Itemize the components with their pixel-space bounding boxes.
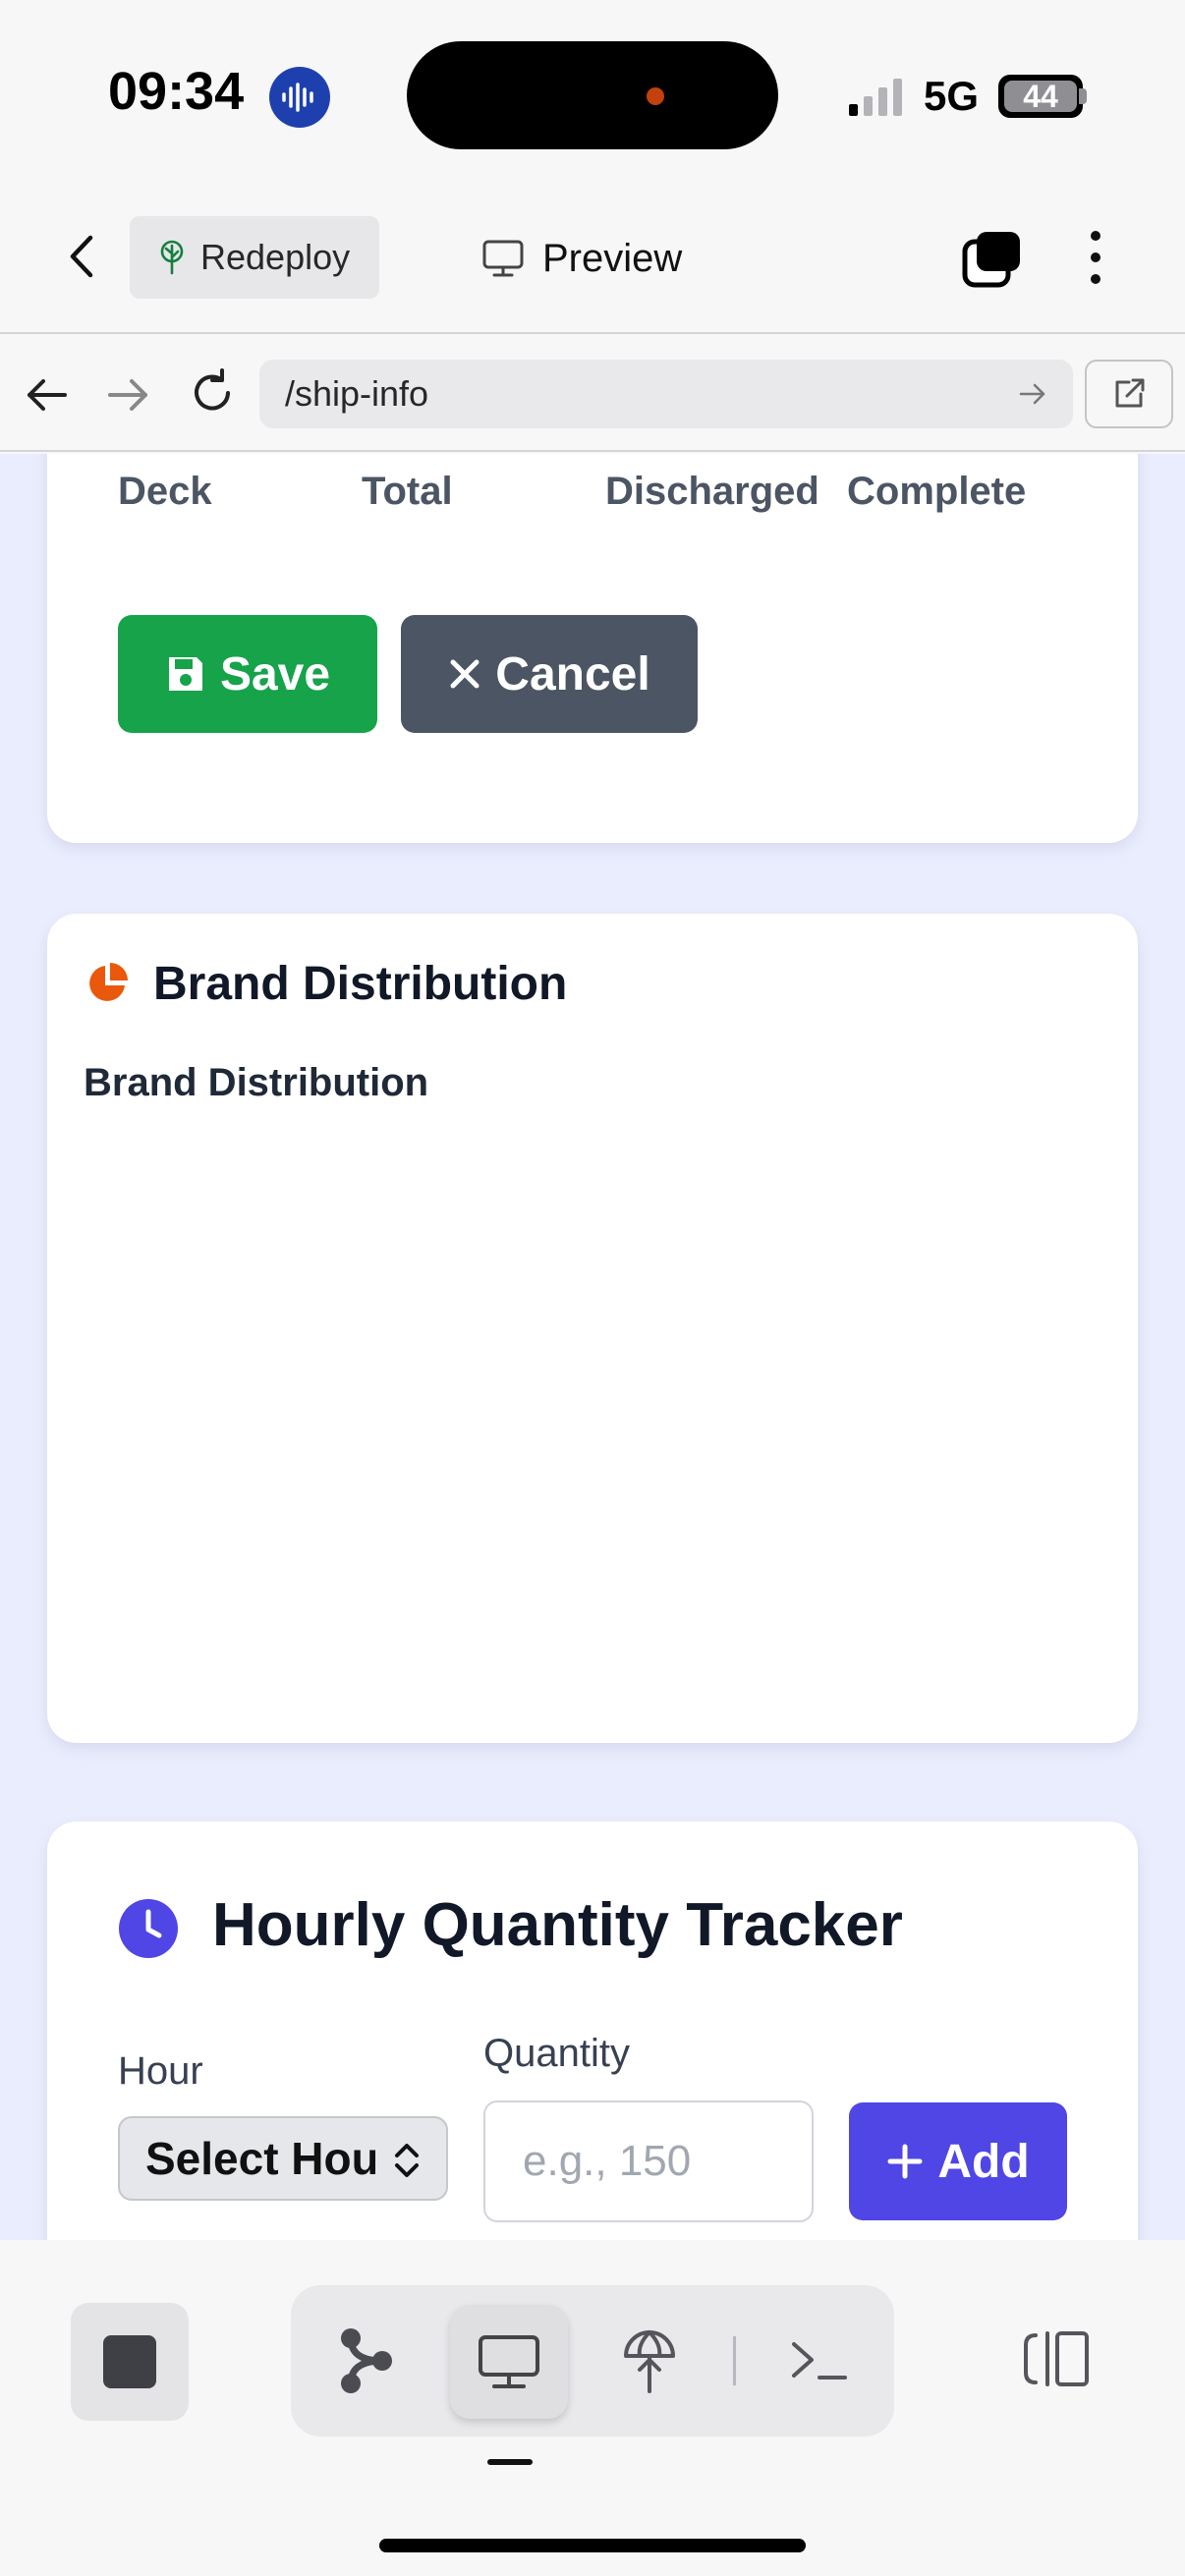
page-indicator <box>487 2459 533 2465</box>
add-label: Add <box>937 2135 1030 2188</box>
brand-distribution-title: Brand Distribution <box>153 958 568 1010</box>
save-disk-icon <box>168 657 202 691</box>
cancel-label: Cancel <box>495 647 650 700</box>
column-header-deck: Deck <box>118 470 212 513</box>
add-button[interactable]: Add <box>849 2102 1067 2220</box>
url-input[interactable]: /ship-info <box>259 360 1073 428</box>
quantity-input[interactable] <box>483 2100 814 2222</box>
dynamic-island <box>407 41 778 149</box>
column-header-complete: Complete <box>847 470 1027 513</box>
brand-distribution-card: Brand Distribution Brand Distribution <box>47 914 1138 1743</box>
terminal-icon <box>792 2342 847 2380</box>
siri-icon <box>269 67 330 128</box>
save-label: Save <box>219 647 331 700</box>
deck-table-card: Deck Total Discharged Complete Save Canc… <box>47 454 1138 843</box>
chevron-updown-icon <box>395 2144 419 2177</box>
clock-icon <box>119 1899 178 1958</box>
panel-toggle-button[interactable] <box>1002 2305 1110 2413</box>
branch-icon <box>341 2328 392 2393</box>
open-external-button[interactable] <box>1085 360 1173 428</box>
panel-icon <box>1024 2331 1089 2386</box>
redeploy-button[interactable]: Redeploy <box>130 216 379 299</box>
quantity-label: Quantity <box>483 2032 630 2075</box>
status-time: 09:34 <box>108 62 245 121</box>
hourly-tracker-title: Hourly Quantity Tracker <box>212 1891 903 1959</box>
hour-label: Hour <box>118 2049 203 2093</box>
nav-back-icon[interactable] <box>22 371 73 419</box>
cancel-button[interactable]: Cancel <box>401 615 698 733</box>
external-link-icon <box>1115 378 1145 408</box>
page-content[interactable]: Deck Total Discharged Complete Save Canc… <box>0 454 1185 2240</box>
home-indicator[interactable] <box>379 2539 806 2552</box>
preview-tool-button[interactable] <box>450 2305 568 2419</box>
hourly-tracker-card: Hourly Quantity Tracker Hour Quantity Se… <box>47 1821 1138 2240</box>
network-label: 5G <box>924 73 980 119</box>
column-header-discharged: Discharged <box>605 470 819 513</box>
back-icon[interactable] <box>59 232 108 281</box>
reload-icon[interactable] <box>187 367 238 419</box>
status-bar: 09:34 5G 44 <box>0 0 1185 193</box>
tree-icon <box>160 240 184 275</box>
monitor-icon <box>482 240 524 277</box>
hour-select-value: Select Hour <box>145 2133 375 2184</box>
redeploy-label: Redeploy <box>200 237 351 277</box>
recording-dot <box>647 87 664 105</box>
plus-icon <box>887 2144 923 2179</box>
close-x-icon <box>450 659 480 689</box>
stop-icon <box>103 2335 156 2388</box>
battery-cap <box>1079 88 1087 104</box>
nav-forward-icon[interactable] <box>102 371 153 419</box>
chart-area <box>84 1130 1101 1700</box>
column-header-total: Total <box>362 470 453 513</box>
toolbar-divider <box>733 2336 736 2385</box>
deploy-button[interactable] <box>595 2307 704 2415</box>
more-icon[interactable] <box>1081 228 1110 291</box>
preview-button[interactable]: Preview <box>481 224 682 293</box>
signal-icon <box>849 79 902 116</box>
hour-select[interactable]: Select Hour <box>118 2116 448 2201</box>
tabs-icon[interactable] <box>961 228 1024 291</box>
terminal-button[interactable] <box>764 2307 873 2415</box>
deploy-icon <box>624 2330 675 2393</box>
pie-chart-icon <box>89 963 128 1001</box>
monitor-icon <box>479 2335 539 2388</box>
url-text: /ship-info <box>285 373 429 414</box>
save-button[interactable]: Save <box>118 615 377 733</box>
chart-title: Brand Distribution <box>84 1061 429 1104</box>
preview-label: Preview <box>542 236 683 280</box>
url-go-icon[interactable] <box>1018 379 1047 409</box>
stop-button[interactable] <box>71 2303 189 2421</box>
battery-percent: 44 <box>1023 78 1058 114</box>
branch-button[interactable] <box>312 2307 421 2415</box>
